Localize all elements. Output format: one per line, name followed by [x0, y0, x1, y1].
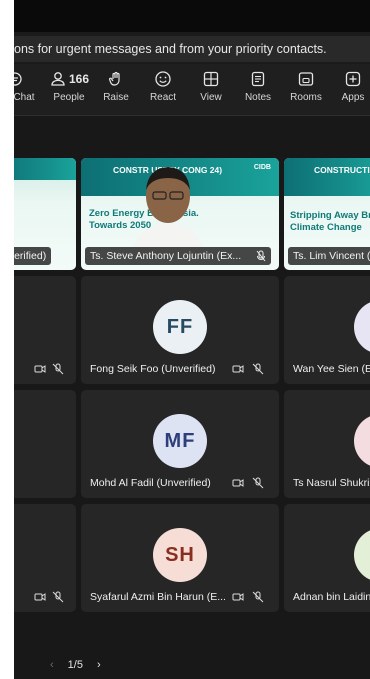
mic-off-icon — [52, 363, 64, 375]
gallery-pager: ‹ 1/5 › — [50, 655, 101, 675]
video-tile-shared-2[interactable]: CONSTRUCTI CONGRESS (C Stripping Away Br… — [284, 158, 370, 270]
next-page-icon[interactable]: › — [97, 659, 101, 671]
notification-banner: ons for urgent messages and from your pr… — [14, 36, 370, 62]
participant-name-tag: nverified) — [14, 247, 52, 265]
raise-label: Raise — [103, 92, 129, 103]
rooms-label: Rooms — [290, 92, 322, 103]
participant-name-tag: Ts. Lim Vincent ( — [288, 247, 370, 265]
video-off-icon — [34, 593, 46, 601]
avatar — [354, 414, 370, 468]
notes-label: Notes — [244, 92, 272, 103]
toolbar-chat-button[interactable]: Chat — [14, 70, 40, 110]
toolbar-rooms-button[interactable]: Rooms — [281, 70, 331, 110]
slide-header — [284, 158, 370, 196]
mic-off-icon — [252, 477, 264, 489]
chat-label: Chat — [14, 92, 35, 103]
participant-name: Wan Yee Sien (Ex — [293, 363, 370, 375]
toolbar-react-button[interactable]: React — [138, 70, 188, 110]
toolbar-raise-button[interactable]: Raise — [91, 70, 141, 110]
people-icon — [51, 72, 65, 86]
react-label: React — [149, 92, 177, 103]
cidb-logo: CIDB — [253, 164, 271, 171]
toolbar-people-button[interactable]: 166 People — [43, 70, 95, 110]
video-tile[interactable] — [14, 276, 76, 384]
participant-name: Syafarul Azmi Bin Harun (E... — [90, 591, 226, 603]
video-tile-shared-1[interactable]: nverified) — [14, 158, 76, 270]
video-tile[interactable]: W Wan Yee Sien (Ex — [284, 276, 370, 384]
video-off-icon — [232, 479, 244, 487]
apps-icon — [345, 71, 361, 87]
raise-hand-icon — [109, 71, 120, 86]
mic-off-icon — [52, 591, 64, 603]
participant-name: Fong Seik Foo (Unverified) — [90, 363, 216, 375]
chat-icon — [14, 72, 22, 86]
mic-off-icon — [252, 591, 264, 603]
rooms-icon — [298, 72, 314, 86]
notes-icon — [251, 71, 265, 87]
participant-count: 166 — [68, 72, 90, 86]
speaker-video — [134, 167, 202, 255]
participant-name-tag: Ts. Steve Anthony Lojuntin (Ex... — [85, 247, 272, 265]
avatar: SH — [153, 528, 207, 582]
video-tile[interactable]: MF Mohd Al Fadil (Unverified) — [81, 390, 279, 498]
toolbar-apps-button[interactable]: Apps — [328, 70, 370, 110]
banner-text: ons for urgent messages and from your pr… — [14, 42, 327, 56]
previous-page-icon[interactable]: ‹ — [50, 659, 54, 671]
people-label: People — [53, 92, 85, 103]
slide-title: CONSTRUCTI CONGRESS (C — [314, 165, 370, 175]
page-indicator: 1/5 — [67, 659, 83, 671]
participant-name: Ts Nasrul Shukri ( — [293, 477, 370, 489]
avatar — [354, 528, 370, 582]
avatar: MF — [153, 414, 207, 468]
speaker-name: Ts. Steve Anthony Lojuntin (Ex... — [90, 250, 242, 262]
video-tile[interactable] — [14, 504, 76, 612]
participant-name: Adnan bin Laidin — [293, 591, 370, 603]
video-off-icon — [232, 365, 244, 373]
toolbar-view-button[interactable]: View — [186, 70, 236, 110]
mic-off-icon — [256, 250, 266, 262]
toolbar-notes-button[interactable]: Notes — [233, 70, 283, 110]
avatar: FF — [153, 300, 207, 354]
participant-name: Mohd Al Fadil (Unverified) — [90, 477, 211, 489]
video-stage: nverified) CONSTR USTRY CONG 24) CIDB Ze… — [14, 116, 370, 679]
apps-label: Apps — [341, 92, 365, 103]
meeting-toolbar: Chat 166 People Raise React View Notes R… — [14, 64, 370, 178]
video-off-icon — [232, 593, 244, 601]
slide-subtitle-1: Stripping Away Bra — [290, 210, 370, 221]
view-icon — [203, 71, 219, 87]
slide-header — [14, 158, 76, 180]
view-label: View — [200, 92, 222, 103]
mic-off-icon — [252, 363, 264, 375]
video-tile[interactable]: Ts Nasrul Shukri ( — [284, 390, 370, 498]
avatar: W — [354, 300, 370, 354]
slide-subtitle-2: Climate Change — [290, 222, 362, 233]
video-tile[interactable] — [14, 390, 76, 498]
title-bar — [14, 0, 370, 32]
video-tile[interactable]: SH Syafarul Azmi Bin Harun (E... — [81, 504, 279, 612]
video-tile-active-speaker[interactable]: CONSTR USTRY CONG 24) CIDB Zero Energy B… — [81, 158, 279, 270]
video-tile[interactable]: FF Fong Seik Foo (Unverified) — [81, 276, 279, 384]
react-icon — [155, 71, 171, 87]
meeting-window: ons for urgent messages and from your pr… — [14, 0, 370, 679]
video-off-icon — [34, 365, 46, 373]
video-tile[interactable]: Adnan bin Laidin — [284, 504, 370, 612]
